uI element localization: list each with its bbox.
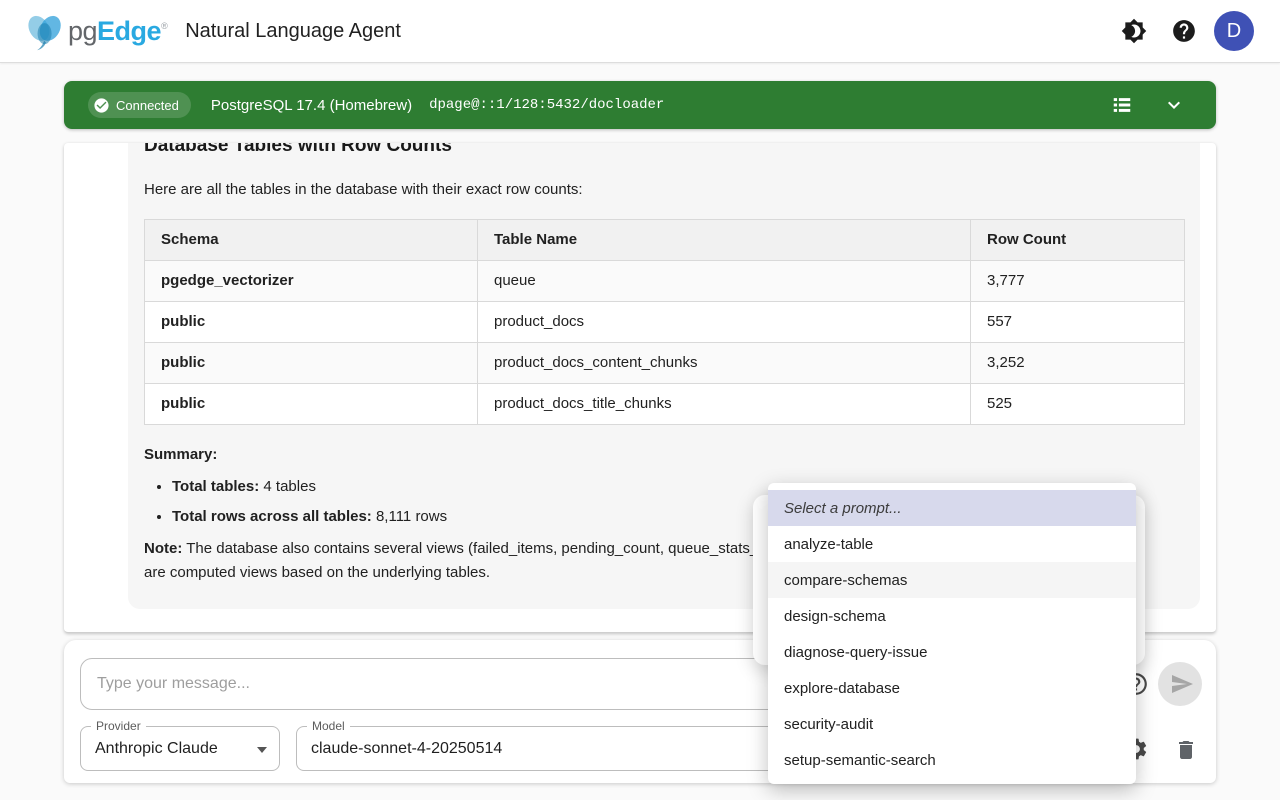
trash-icon — [1174, 738, 1198, 762]
model-value: claude-sonnet-4-20250514 — [311, 727, 502, 770]
table-row: pgedge_vectorizer queue 3,777 — [145, 261, 1185, 302]
col-header-schema: Schema — [145, 220, 478, 261]
col-header-table-name: Table Name — [478, 220, 971, 261]
prompt-option[interactable]: diagnose-query-issue — [768, 634, 1136, 670]
server-version-label: PostgreSQL 17.4 (Homebrew) — [211, 97, 412, 114]
help-button[interactable] — [1164, 11, 1204, 51]
cell-schema: pgedge_vectorizer — [145, 261, 478, 302]
table-row: public product_docs_title_chunks 525 — [145, 384, 1185, 425]
connection-expand-button[interactable] — [1156, 87, 1192, 123]
help-icon — [1171, 18, 1197, 44]
check-circle-icon — [93, 97, 110, 114]
clear-chat-button[interactable] — [1172, 736, 1200, 764]
page-title: Natural Language Agent — [185, 20, 401, 43]
cell-schema: public — [145, 343, 478, 384]
col-header-row-count: Row Count — [971, 220, 1185, 261]
dark-mode-icon — [1121, 18, 1147, 44]
connection-status-label: Connected — [116, 98, 179, 113]
cell-schema: public — [145, 302, 478, 343]
cell-row-count: 3,777 — [971, 261, 1185, 302]
cell-table-name: product_docs_title_chunks — [478, 384, 971, 425]
cell-schema: public — [145, 384, 478, 425]
connection-details-button[interactable] — [1104, 87, 1140, 123]
caret-down-icon — [257, 747, 267, 753]
row-counts-table: Schema Table Name Row Count pgedge_vecto… — [144, 219, 1185, 425]
pgedge-heart-icon — [24, 10, 66, 52]
prompt-option[interactable]: explore-database — [768, 670, 1136, 706]
pgedge-logo: pgEdge® — [24, 10, 167, 52]
prompt-option-placeholder[interactable]: Select a prompt... — [768, 490, 1136, 526]
chevron-down-icon — [1162, 93, 1186, 117]
avatar-initial: D — [1227, 20, 1241, 43]
cell-row-count: 557 — [971, 302, 1185, 343]
app-header: pgEdge® Natural Language Agent D — [0, 0, 1280, 63]
cell-row-count: 3,252 — [971, 343, 1185, 384]
summary-label: Summary: — [144, 443, 1184, 467]
connection-status-chip: Connected — [88, 92, 191, 118]
provider-select[interactable]: Provider Anthropic Claude — [80, 726, 280, 771]
user-avatar[interactable]: D — [1214, 11, 1254, 51]
message-heading: Database Tables with Row Counts — [144, 143, 1184, 159]
connection-string: dpage@::1/128:5432/docloader — [429, 97, 664, 113]
prompt-option[interactable]: compare-schemas — [768, 562, 1136, 598]
prompt-option[interactable]: setup-semantic-search — [768, 742, 1136, 778]
cell-table-name: product_docs_content_chunks — [478, 343, 971, 384]
logo-text: pgEdge® — [68, 16, 167, 47]
table-row: public product_docs 557 — [145, 302, 1185, 343]
prompt-option[interactable]: analyze-table — [768, 526, 1136, 562]
prompt-option[interactable]: design-schema — [768, 598, 1136, 634]
cell-table-name: queue — [478, 261, 971, 302]
prompt-select-menu: Select a prompt... analyze-table compare… — [768, 483, 1136, 784]
provider-value: Anthropic Claude — [95, 727, 218, 770]
send-button[interactable] — [1158, 662, 1202, 706]
prompt-option[interactable]: security-audit — [768, 706, 1136, 742]
table-header-row: Schema Table Name Row Count — [145, 220, 1185, 261]
list-icon — [1111, 94, 1133, 116]
theme-toggle-button[interactable] — [1114, 11, 1154, 51]
table-row: public product_docs_content_chunks 3,252 — [145, 343, 1185, 384]
cell-row-count: 525 — [971, 384, 1185, 425]
connection-bar: Connected PostgreSQL 17.4 (Homebrew) dpa… — [64, 81, 1216, 129]
cell-table-name: product_docs — [478, 302, 971, 343]
message-intro: Here are all the tables in the database … — [144, 179, 1184, 201]
send-icon — [1170, 672, 1194, 696]
